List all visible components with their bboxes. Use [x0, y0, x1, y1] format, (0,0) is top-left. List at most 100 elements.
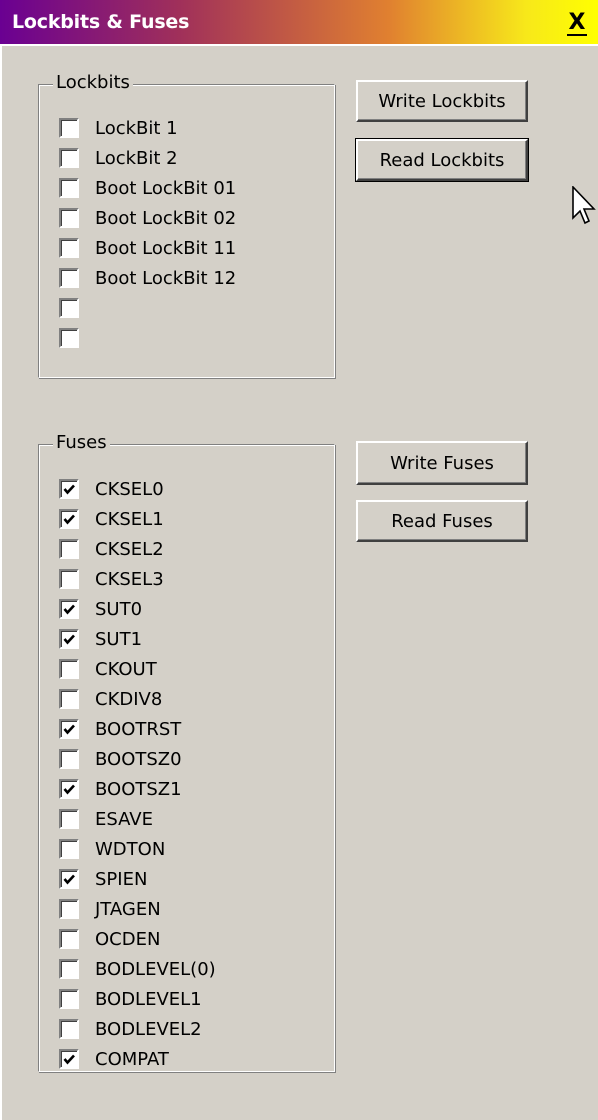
checkbox[interactable]: [59, 749, 79, 769]
fuses-checkbox-row[interactable]: SUT0: [59, 596, 142, 622]
checkbox[interactable]: [59, 118, 79, 138]
checkbox[interactable]: [59, 208, 79, 228]
read-lockbits-button[interactable]: Read Lockbits: [355, 138, 529, 182]
lockbits-checkbox-row[interactable]: [59, 295, 95, 321]
window-title: Lockbits & Fuses: [12, 11, 190, 33]
checkbox-label: CKSEL1: [95, 508, 164, 530]
lockbits-checkbox-row[interactable]: Boot LockBit 11: [59, 235, 236, 261]
checkbox-label: Boot LockBit 12: [95, 267, 237, 289]
checkbox[interactable]: [59, 1049, 79, 1069]
checkbox-label: CKSEL3: [95, 568, 164, 590]
lockbits-checkbox-row[interactable]: [59, 325, 95, 351]
checkbox[interactable]: [59, 659, 79, 679]
fuses-checkbox-row[interactable]: CKDIV8: [59, 686, 162, 712]
fuses-checkbox-row[interactable]: BOOTRST: [59, 716, 181, 742]
checkbox[interactable]: [59, 719, 79, 739]
fuses-checkbox-row[interactable]: ESAVE: [59, 806, 153, 832]
checkbox-label: BOOTSZ1: [95, 778, 182, 800]
checkbox[interactable]: [59, 809, 79, 829]
checkbox-label: JTAGEN: [95, 898, 161, 920]
write-fuses-button[interactable]: Write Fuses: [356, 441, 528, 485]
checkbox[interactable]: [59, 839, 79, 859]
checkmark-icon: [63, 874, 75, 885]
checkbox[interactable]: [59, 1019, 79, 1039]
checkbox-label: SUT0: [95, 598, 143, 620]
fuses-checkbox-row[interactable]: CKSEL3: [59, 566, 164, 592]
checkbox-label: BODLEVEL1: [95, 988, 202, 1010]
close-underline: [567, 34, 587, 36]
write-lockbits-button[interactable]: Write Lockbits: [356, 80, 528, 122]
lockbits-group: Lockbits LockBit 1 LockBit 2 Boot LockBit …: [38, 72, 335, 378]
fuses-checkbox-row[interactable]: SPIEN: [59, 866, 147, 892]
checkbox-label: LockBit 1: [95, 117, 178, 139]
checkbox-label: SPIEN: [95, 868, 148, 890]
lockbits-legend: Lockbits: [53, 72, 133, 93]
checkmark-icon: [63, 724, 75, 735]
fuses-checkbox-row[interactable]: BOOTSZ1: [59, 776, 182, 802]
checkbox-label: Boot LockBit 02: [95, 207, 237, 229]
title-bar[interactable]: Lockbits & Fuses X: [0, 0, 598, 46]
checkbox-label: ESAVE: [95, 808, 153, 830]
checkmark-icon: [63, 784, 75, 795]
checkbox[interactable]: [59, 178, 79, 198]
checkbox[interactable]: [59, 298, 79, 318]
fuses-legend: Fuses: [53, 432, 110, 453]
checkmark-icon: [63, 514, 75, 525]
checkbox[interactable]: [59, 479, 79, 499]
checkbox[interactable]: [59, 989, 79, 1009]
checkbox-label: CKDIV8: [95, 688, 163, 710]
fuses-checkbox-row[interactable]: CKOUT: [59, 656, 157, 682]
checkbox[interactable]: [59, 148, 79, 168]
checkbox[interactable]: [59, 539, 79, 559]
window-edge: [0, 0, 2, 1120]
fuses-checkbox-row[interactable]: BODLEVEL2: [59, 1016, 202, 1042]
fuses-checkbox-row[interactable]: WDTON: [59, 836, 165, 862]
read-fuses-button[interactable]: Read Fuses: [356, 500, 528, 542]
checkbox-label: BODLEVEL(0): [95, 958, 216, 980]
checkbox-label: SUT1: [95, 628, 143, 650]
checkbox-label: LockBit 2: [95, 147, 178, 169]
checkbox-label: Boot LockBit 11: [95, 237, 237, 259]
checkbox-label: BODLEVEL2: [95, 1018, 202, 1040]
checkbox-label: Boot LockBit 01: [95, 177, 237, 199]
fuses-checkbox-row[interactable]: COMPAT: [59, 1046, 169, 1072]
fuses-checkbox-row[interactable]: CKSEL2: [59, 536, 164, 562]
checkbox[interactable]: [59, 268, 79, 288]
checkbox[interactable]: [59, 238, 79, 258]
fuses-checkbox-row[interactable]: SUT1: [59, 626, 142, 652]
fuses-checkbox-row[interactable]: BODLEVEL(0): [59, 956, 216, 982]
fuses-checkbox-row[interactable]: BODLEVEL1: [59, 986, 202, 1012]
lockbits-checkbox-row[interactable]: LockBit 2: [59, 145, 178, 171]
checkbox-label: BOOTRST: [95, 718, 182, 740]
fuses-checkbox-row[interactable]: OCDEN: [59, 926, 160, 952]
checkbox[interactable]: [59, 869, 79, 889]
lockbits-checkbox-row[interactable]: Boot LockBit 01: [59, 175, 236, 201]
checkbox[interactable]: [59, 779, 79, 799]
fuses-checkbox-row[interactable]: CKSEL1: [59, 506, 164, 532]
checkbox-label: WDTON: [95, 838, 166, 860]
checkbox[interactable]: [59, 689, 79, 709]
mouse-pointer-icon: [572, 185, 598, 236]
checkbox-label: COMPAT: [95, 1048, 169, 1070]
close-icon[interactable]: X: [569, 10, 586, 35]
checkbox-label: CKSEL2: [95, 538, 164, 560]
checkbox[interactable]: [59, 328, 79, 348]
lockbits-checkbox-row[interactable]: Boot LockBit 12: [59, 265, 236, 291]
fuses-checkbox-row[interactable]: CKSEL0: [59, 476, 164, 502]
fuses-checkbox-row[interactable]: BOOTSZ0: [59, 746, 182, 772]
close-button[interactable]: X: [565, 10, 589, 36]
checkmark-icon: [63, 634, 75, 645]
checkbox[interactable]: [59, 899, 79, 919]
lockbits-checkbox-row[interactable]: LockBit 1: [59, 115, 178, 141]
fuses-group: Fuses CKSEL0 CKSEL1 CKSEL2 CKSEL3 SUT0 SUT1 CK…: [38, 432, 335, 1072]
checkbox-label: OCDEN: [95, 928, 161, 950]
checkbox[interactable]: [59, 929, 79, 949]
fuses-checkbox-row[interactable]: JTAGEN: [59, 896, 161, 922]
checkbox[interactable]: [59, 959, 79, 979]
checkbox[interactable]: [59, 509, 79, 529]
lockbits-checkbox-row[interactable]: Boot LockBit 02: [59, 205, 236, 231]
checkbox-label: CKOUT: [95, 658, 157, 680]
checkbox[interactable]: [59, 569, 79, 589]
checkbox[interactable]: [59, 599, 79, 619]
checkbox[interactable]: [59, 629, 79, 649]
